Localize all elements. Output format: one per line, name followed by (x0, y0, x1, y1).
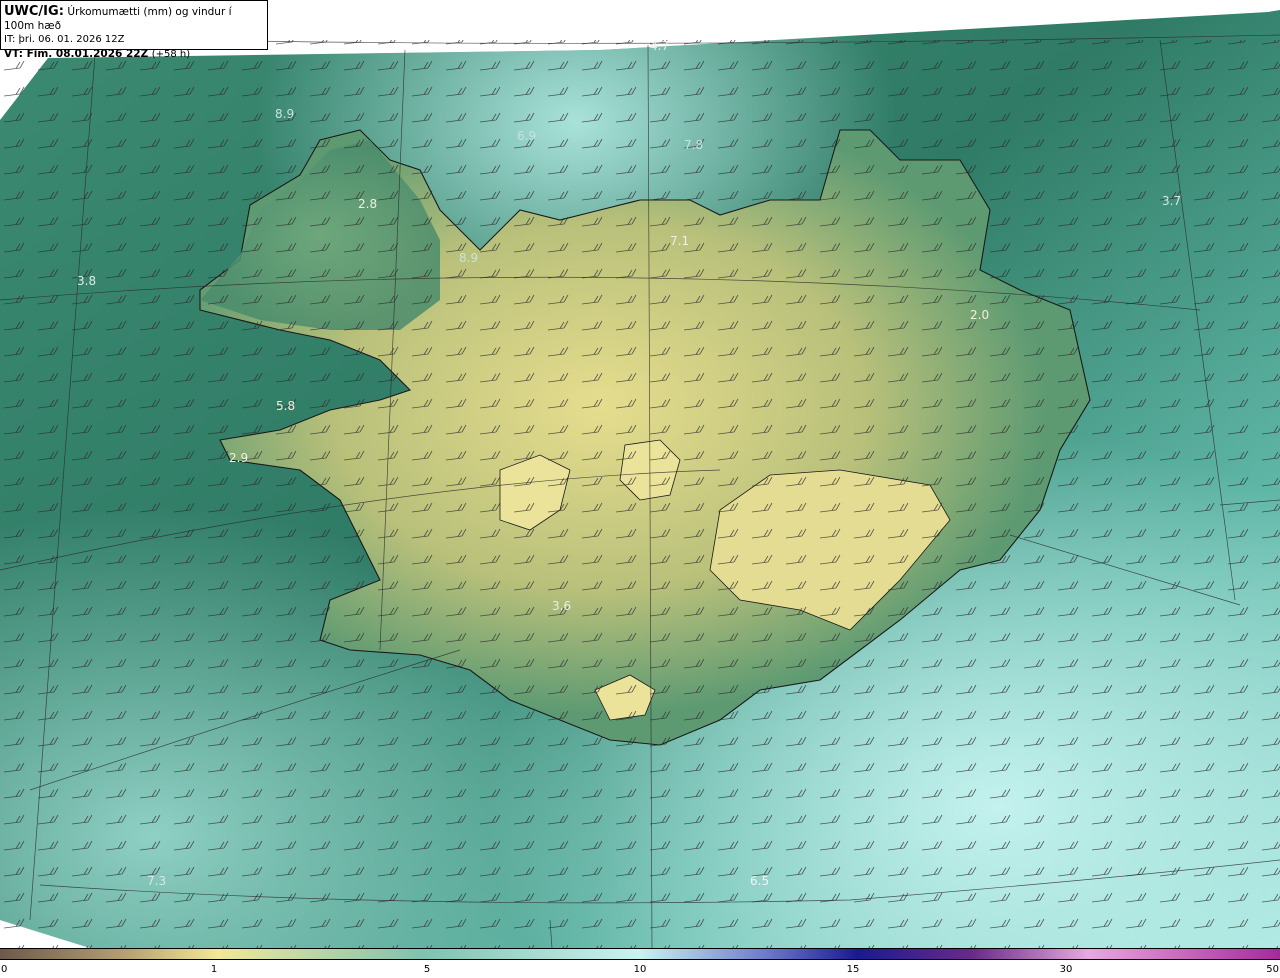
map-label: 3.6 (552, 599, 571, 613)
map-label: 7.3 (147, 874, 166, 888)
map-label: 2.9 (229, 451, 248, 465)
colorbar-tick: 30 (1059, 964, 1073, 975)
map-label: 6.5 (750, 874, 769, 888)
map-label: 7.1 (670, 234, 689, 248)
valid-offset: (+58 h) (151, 49, 191, 60)
map-label: 2.8 (358, 197, 377, 211)
colorbar: 0 1 5 10 15 30 50 (0, 948, 1280, 978)
map-header: UWC/IG: Úrkomumætti (mm) og vindur í 100… (0, 0, 268, 60)
wind-barbs (0, 40, 1280, 948)
colorbar-tick: 1 (210, 964, 218, 975)
weather-map: 4.7 8.9 6.9 7.8 2.8 3.7 7.1 8.9 3.8 2.0 … (0, 0, 1280, 948)
colorbar-strip (0, 948, 1280, 960)
map-label: 2.0 (970, 308, 989, 322)
map-label: 3.8 (77, 274, 96, 288)
map-label: 4.7 (650, 39, 669, 53)
colorbar-tick: 0 (1, 964, 8, 975)
colorbar-tick: 50 (1266, 964, 1279, 975)
map-label: 6.9 (517, 129, 536, 143)
map-label: 3.7 (1162, 194, 1181, 208)
map-label: 5.8 (276, 399, 295, 413)
map-label: 8.9 (275, 107, 294, 121)
colorbar-tick: 10 (633, 964, 647, 975)
colorbar-tick: 15 (846, 964, 860, 975)
model-code: UWC/IG: (4, 4, 64, 19)
valid-time: VT: Fim. 08.01.2026 22Z (4, 48, 149, 60)
colorbar-tick: 5 (423, 964, 431, 975)
map-label: 8.9 (459, 251, 478, 265)
map-label: 7.8 (684, 138, 703, 152)
issue-time: IT: þri. 06. 01. 2026 12Z (4, 34, 125, 45)
